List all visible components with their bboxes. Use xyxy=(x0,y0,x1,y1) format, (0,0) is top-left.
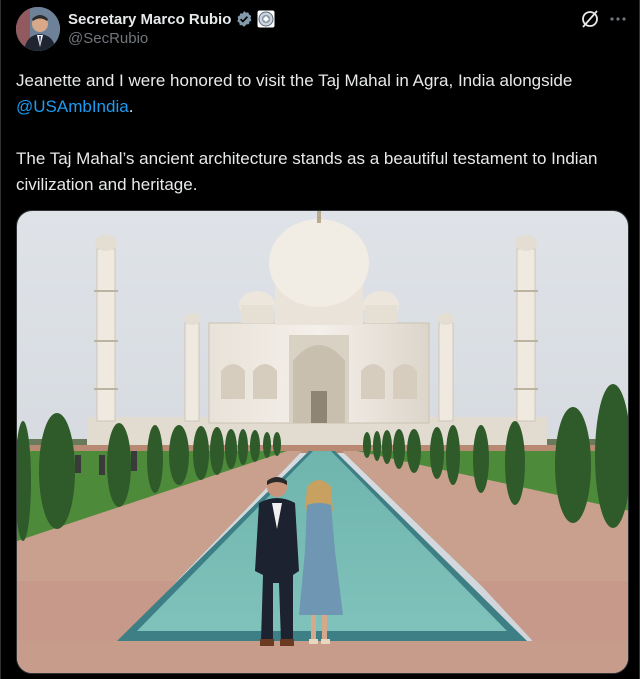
grok-icon[interactable] xyxy=(579,8,601,30)
us-government-seal-icon xyxy=(257,10,275,28)
mention-link[interactable]: @USAmbIndia xyxy=(16,97,129,116)
author-name-row: Secretary Marco Rubio xyxy=(68,9,275,29)
tweet-text-part: Jeanette and I were honored to visit the… xyxy=(16,71,573,90)
tweet-text-part: . xyxy=(128,97,134,116)
tweet-paragraph-1: Jeanette and I were honored to visit the… xyxy=(16,68,626,120)
verified-check-icon xyxy=(235,10,253,28)
author-display-name[interactable]: Secretary Marco Rubio xyxy=(68,11,231,28)
tweet-card: Secretary Marco Rubio @SecRubio Jeanette… xyxy=(0,0,640,679)
photo-taj-mahal[interactable] xyxy=(16,210,629,674)
tweet-paragraph-2: The Taj Mahal’s ancient architecture sta… xyxy=(16,149,598,194)
avatar[interactable] xyxy=(16,7,60,51)
tweet-text: Jeanette and I were honored to visit the… xyxy=(16,68,626,198)
more-options-icon[interactable] xyxy=(607,8,629,30)
author-handle[interactable]: @SecRubio xyxy=(68,30,148,47)
